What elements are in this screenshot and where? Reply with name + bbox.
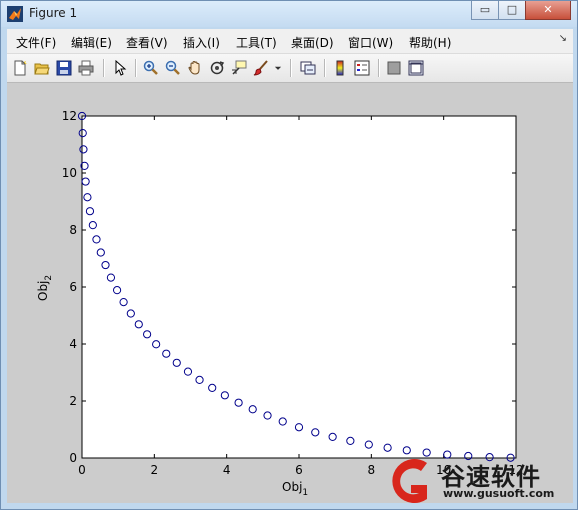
x-tick-label: 8	[368, 463, 376, 477]
close-button[interactable]: ✕	[525, 1, 571, 20]
dock-arrow-icon[interactable]: ↘	[559, 33, 567, 44]
edit-plot-arrow-icon[interactable]	[110, 58, 130, 78]
x-tick-label: 2	[151, 463, 159, 477]
scatter-plot: 0 2 4 6 8 10 12024681012 Obj1 Obj2	[36, 109, 524, 498]
hide-plot-tools-icon[interactable]	[384, 58, 404, 78]
minimize-icon: ▭	[479, 3, 491, 16]
x-tick-label: 4	[223, 463, 231, 477]
menu-window[interactable]: 窗口(W)	[348, 34, 393, 51]
brush-dropdown-icon[interactable]	[272, 58, 284, 78]
toolbar-separator	[378, 59, 380, 77]
menu-edit[interactable]: 编辑(E)	[71, 34, 112, 51]
y-tick-label: 12	[62, 109, 77, 123]
save-icon[interactable]	[54, 58, 74, 78]
x-tick-label: 0	[78, 463, 86, 477]
rotate-3d-icon[interactable]	[207, 58, 227, 78]
window-title: Figure 1	[29, 6, 78, 20]
new-figure-icon[interactable]	[10, 58, 30, 78]
y-tick-label: 4	[69, 337, 77, 351]
y-tick-label: 10	[62, 166, 77, 180]
y-tick-label: 2	[69, 394, 77, 408]
toolbar-separator	[324, 59, 326, 77]
zoom-out-icon[interactable]	[163, 58, 183, 78]
figure-toolbar	[7, 54, 573, 83]
watermark-url: www.gusuoft.com	[443, 487, 555, 500]
show-plot-tools-icon[interactable]	[406, 58, 426, 78]
toolbar-separator	[135, 59, 137, 77]
legend-icon[interactable]	[352, 58, 372, 78]
x-axis-label: Obj1	[282, 480, 308, 498]
pan-hand-icon[interactable]	[185, 58, 205, 78]
colorbar-icon[interactable]	[330, 58, 350, 78]
open-file-icon[interactable]	[32, 58, 52, 78]
y-tick-label: 8	[69, 223, 77, 237]
title-bar[interactable]: Figure 1 ▭ □ ✕	[1, 1, 577, 27]
zoom-in-icon[interactable]	[141, 58, 161, 78]
link-plot-icon[interactable]	[298, 58, 318, 78]
figure-window: Figure 1 ▭ □ ✕ 文件(F) 编辑(E) 查看(V) 插入(I) 工…	[0, 0, 578, 510]
menu-desktop[interactable]: 桌面(D)	[291, 34, 334, 51]
data-cursor-icon[interactable]	[229, 58, 249, 78]
window-controls: ▭ □ ✕	[471, 1, 571, 21]
print-icon[interactable]	[76, 58, 96, 78]
close-icon: ✕	[543, 3, 553, 16]
menu-help[interactable]: 帮助(H)	[409, 34, 451, 51]
watermark: 谷速软件 www.gusuoft.com	[381, 455, 573, 503]
menu-tools[interactable]: 工具(T)	[236, 34, 277, 51]
axes-box	[81, 115, 517, 459]
figure-canvas: 0 2 4 6 8 10 12 0 2 4 6 8 10 12 Obj1 Obj2 谷速软件 www.gu…	[7, 83, 573, 503]
y-axis-label: Obj2	[36, 275, 54, 301]
maximize-icon: □	[506, 3, 518, 16]
gusu-logo-icon	[392, 459, 427, 503]
toolbar-separator	[103, 59, 105, 77]
y-tick-label: 0	[69, 451, 77, 465]
menu-view[interactable]: 查看(V)	[126, 34, 168, 51]
minimize-button[interactable]: ▭	[471, 1, 499, 20]
toolbar-separator	[290, 59, 292, 77]
brush-icon[interactable]	[251, 58, 271, 78]
y-tick-label: 6	[69, 280, 77, 294]
x-tick-label: 6	[295, 463, 303, 477]
menu-file[interactable]: 文件(F)	[16, 34, 56, 51]
menu-bar: 文件(F) 编辑(E) 查看(V) 插入(I) 工具(T) 桌面(D) 窗口(W…	[7, 29, 573, 54]
menu-insert[interactable]: 插入(I)	[183, 34, 220, 51]
matlab-icon	[7, 6, 23, 22]
maximize-button[interactable]: □	[498, 1, 526, 20]
